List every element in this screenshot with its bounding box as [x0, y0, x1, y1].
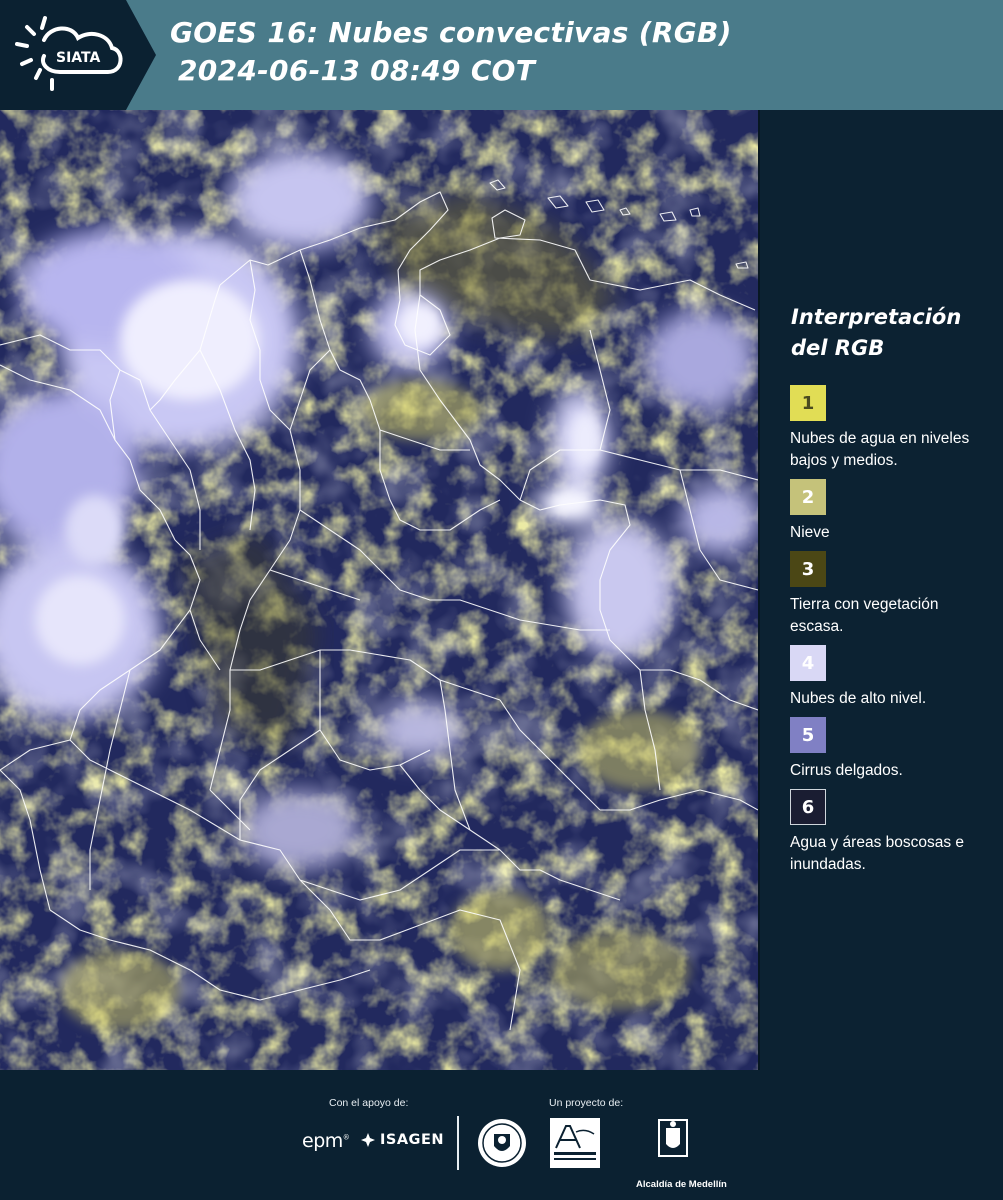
page-timestamp: 2024-06-13 08:49 COT [178, 54, 536, 87]
legend-swatch-1: 1 [790, 385, 826, 421]
legend-title-line2: del RGB [791, 336, 885, 360]
header-bar: SIATA GOES 16: Nubes convectivas (RGB) 2… [0, 0, 1003, 110]
legend-item-1: 1 Nubes de agua en niveles bajos y medio… [790, 385, 990, 472]
project-label: Un proyecto de: [549, 1097, 624, 1109]
alcaldia-label: Alcaldía de Medellín [636, 1179, 727, 1190]
alcaldia-shield-icon [658, 1119, 688, 1157]
epm-logo-text: epm [302, 1130, 343, 1152]
legend-item-5: 5 Cirrus delgados. [790, 717, 990, 782]
legend-swatch-5: 5 [790, 717, 826, 753]
satellite-rgb-map-icon [0, 110, 758, 1070]
support-label: Con el apoyo de: [329, 1097, 409, 1109]
legend-item-4: 4 Nubes de alto nivel. [790, 645, 990, 710]
svg-text:SIATA: SIATA [56, 50, 101, 66]
legend-swatch-2: 2 [790, 479, 826, 515]
legend-label-3: Tierra con vegetación escasa. [790, 596, 939, 635]
footer-divider [457, 1116, 459, 1170]
isagen-star-icon [361, 1133, 375, 1147]
satellite-map[interactable] [0, 110, 758, 1070]
legend-label-4: Nubes de alto nivel. [790, 690, 927, 707]
siata-logo-icon: SIATA [0, 0, 156, 110]
siata-logo[interactable]: SIATA [0, 0, 156, 110]
legend-title-line1: Interpretación [791, 305, 962, 329]
legend-item-2: 2 Nieve [790, 479, 990, 544]
page-title: GOES 16: Nubes convectivas (RGB) [170, 16, 732, 49]
legend-label-5: Cirrus delgados. [790, 762, 903, 779]
legend-label-1: Nubes de agua en niveles bajos y medios. [790, 430, 970, 469]
alcaldia-logo[interactable] [638, 1118, 708, 1163]
medellin-seal-icon[interactable] [477, 1118, 527, 1168]
legend-panel: Interpretación del RGB 1 Nubes de agua e… [758, 110, 1003, 1070]
epm-logo[interactable]: epm® [302, 1130, 350, 1152]
legend-item-6: 6 Agua y áreas boscosas e inundadas. [790, 789, 990, 876]
legend-swatch-3: 3 [790, 551, 826, 587]
legend-swatch-4: 4 [790, 645, 826, 681]
legend-item-3: 3 Tierra con vegetación escasa. [790, 551, 990, 638]
legend-swatch-6: 6 [790, 789, 826, 825]
area-metropolitana-logo[interactable] [550, 1118, 600, 1173]
legend-label-2: Nieve [790, 524, 830, 541]
isagen-logo-text: ISAGEN [380, 1132, 445, 1148]
area-metropolitana-icon [550, 1118, 600, 1168]
legend-title: Interpretación del RGB [791, 302, 991, 364]
legend-label-6: Agua y áreas boscosas e inundadas. [790, 834, 965, 873]
footer: Con el apoyo de: Un proyecto de: epm® IS… [0, 1070, 1003, 1200]
isagen-logo[interactable]: ISAGEN [360, 1132, 444, 1148]
